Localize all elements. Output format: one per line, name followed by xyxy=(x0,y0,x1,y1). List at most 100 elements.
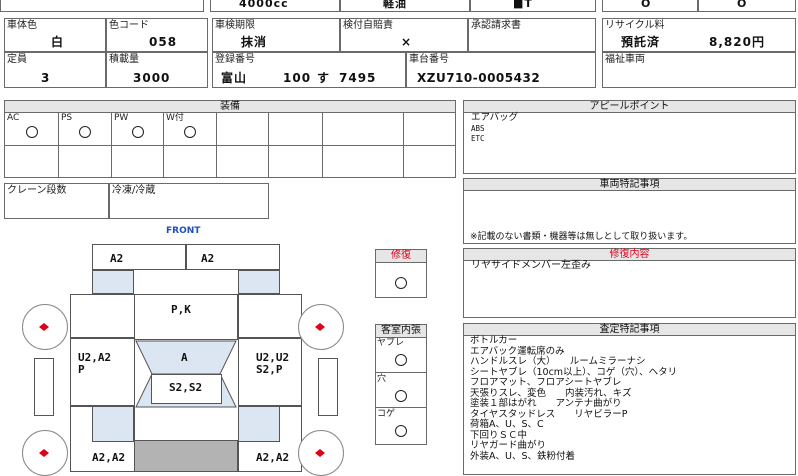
chassis-cell: 車台番号 XZU710-0005432 xyxy=(406,52,596,88)
interior-hole-mark xyxy=(395,390,407,402)
top-c1: O xyxy=(641,0,652,10)
equipment-mark-ps xyxy=(79,126,91,138)
equipment-col-divider xyxy=(268,112,269,178)
freezer-cell: 冷凍/冷蔵 xyxy=(109,183,269,219)
assessment-lines: ボトルカー エアバック運転席のみ ハンドルスレ（大） ルームミラーナシ シートヤ… xyxy=(470,335,792,462)
top-row-fuel-cell: 軽油 xyxy=(340,0,470,12)
top-row xyxy=(0,0,204,12)
capacity-label: 定員 xyxy=(7,54,27,65)
equipment-row-divider xyxy=(4,145,456,146)
left-door-label: U2,A2 P xyxy=(78,351,112,376)
chassis-label: 車台番号 xyxy=(409,54,449,65)
vehicle-notes-text: ※記載のない書類・機器等は無しとして取り扱います。 xyxy=(470,232,693,242)
registration-area: 富山 xyxy=(221,71,248,85)
equipment-col-divider xyxy=(111,112,112,178)
insurance-cell: 検付自賠責 × xyxy=(340,18,468,52)
front-bumper-left xyxy=(92,244,186,270)
equipment-col-divider xyxy=(163,112,164,178)
lower-left-label: A2,A2 xyxy=(92,451,126,464)
body-color-label: 車体色 xyxy=(7,20,37,31)
hood-label: P,K xyxy=(171,303,191,316)
assessment-line: 外装A、U、S、鉄粉付着 xyxy=(470,450,575,462)
recycle-cell: リサイクル料 預託済 8,820円 xyxy=(602,18,796,52)
left-headlight xyxy=(92,270,134,294)
registration-number: 7495 xyxy=(339,71,377,85)
front-bumper-right-label: A2 xyxy=(201,252,215,265)
interior-divider xyxy=(375,372,427,373)
rear-window-right xyxy=(238,406,280,442)
front-label: FRONT xyxy=(166,226,201,236)
equipment-col-divider xyxy=(58,112,59,178)
crane-cell: クレーン段数 xyxy=(4,183,109,219)
left-mirror xyxy=(34,358,54,416)
top-mid-value: ■T xyxy=(513,0,533,10)
approval-cell: 承認請求書 xyxy=(468,18,596,52)
interior-tear-label: ヤブレ xyxy=(377,338,405,348)
recycle-status: 預託済 xyxy=(621,35,661,49)
right-fender xyxy=(238,294,302,338)
insurance-label: 検付自賠責 xyxy=(343,20,393,31)
top-row-mid-cell: ■T xyxy=(470,0,596,12)
right-door-label: U2,U2 S2,P xyxy=(256,351,290,376)
interior-burn-label: コゲ xyxy=(377,409,396,419)
roof-label: S2,S2 xyxy=(169,381,203,394)
capacity-value: 3 xyxy=(41,71,51,85)
body-color-value: 白 xyxy=(51,35,65,49)
registration-class: 100 xyxy=(283,71,312,85)
top-c2: O xyxy=(737,0,748,10)
load-label: 積載量 xyxy=(109,54,139,65)
lower-right-label: A2,A2 xyxy=(256,451,290,464)
assessment-line: ハンドルスレ（大） ルームミラーナシ xyxy=(470,356,646,367)
crane-label: クレーン段数 xyxy=(7,185,67,196)
damage-marker xyxy=(315,449,325,457)
color-code-cell: 色コード 058 xyxy=(106,18,208,52)
registration-cell: 登録番号 富山 100 す 7495 xyxy=(212,52,406,88)
capacity-cell: 定員 3 xyxy=(4,52,106,88)
left-fender xyxy=(70,294,135,338)
rear-right-tire xyxy=(298,430,344,476)
top-row-c2-cell: O xyxy=(698,0,796,12)
assessment-line: ボトルカー xyxy=(470,335,518,346)
right-headlight xyxy=(238,270,280,294)
engine-cc: 4000cc xyxy=(239,0,289,10)
damage-marker xyxy=(315,323,325,331)
load-value: 3000 xyxy=(133,71,171,85)
approval-label: 承認請求書 xyxy=(471,20,521,31)
equipment-label-wtsuki: W付 xyxy=(166,113,184,123)
equipment-col-divider xyxy=(216,112,217,178)
welfare-cell: 福祉車両 xyxy=(602,52,796,88)
front-bumper-left-label: A2 xyxy=(110,252,124,265)
interior-divider xyxy=(375,407,427,408)
repair-header: 修復 xyxy=(375,249,427,263)
cargo-bed xyxy=(134,440,238,472)
body-color-cell: 車体色 白 xyxy=(4,18,106,52)
assessment-line: フロアマット、フロアシートヤブレ xyxy=(470,377,622,388)
welfare-label: 福祉車両 xyxy=(605,54,645,65)
damage-marker xyxy=(39,449,49,457)
registration-label: 登録番号 xyxy=(215,54,255,65)
right-mirror xyxy=(318,358,338,416)
windshield-label: A xyxy=(181,351,188,364)
recycle-label: リサイクル料 xyxy=(605,20,665,31)
assessment-line: 荷箱A、U、S、C xyxy=(470,419,544,430)
interior-tear-mark xyxy=(395,354,407,366)
front-left-tire xyxy=(22,304,68,350)
inspection-cell: 車検期限 抹消 xyxy=(212,18,340,52)
interior-burn-mark xyxy=(395,425,407,437)
rear-left-tire xyxy=(22,430,68,476)
fuel-type: 軽油 xyxy=(383,0,407,10)
registration-kana: す xyxy=(317,71,331,85)
damage-marker xyxy=(39,323,49,331)
rear-window-left xyxy=(92,406,134,442)
equipment-label-ps: PS xyxy=(61,113,73,123)
color-code-label: 色コード xyxy=(109,20,149,31)
interior-hole-label: 穴 xyxy=(377,374,387,384)
load-cell: 積載量 3000 xyxy=(106,52,208,88)
recycle-fee: 8,820円 xyxy=(709,35,765,49)
front-right-tire xyxy=(298,304,344,350)
assessment-line: 塗装１部はがれ アンテナ曲がり xyxy=(470,398,622,409)
equipment-mark-pw xyxy=(132,126,144,138)
appeal-line: ABS xyxy=(471,124,485,133)
chassis-value: XZU710-0005432 xyxy=(417,71,541,85)
inspection-value: 抹消 xyxy=(241,35,268,49)
